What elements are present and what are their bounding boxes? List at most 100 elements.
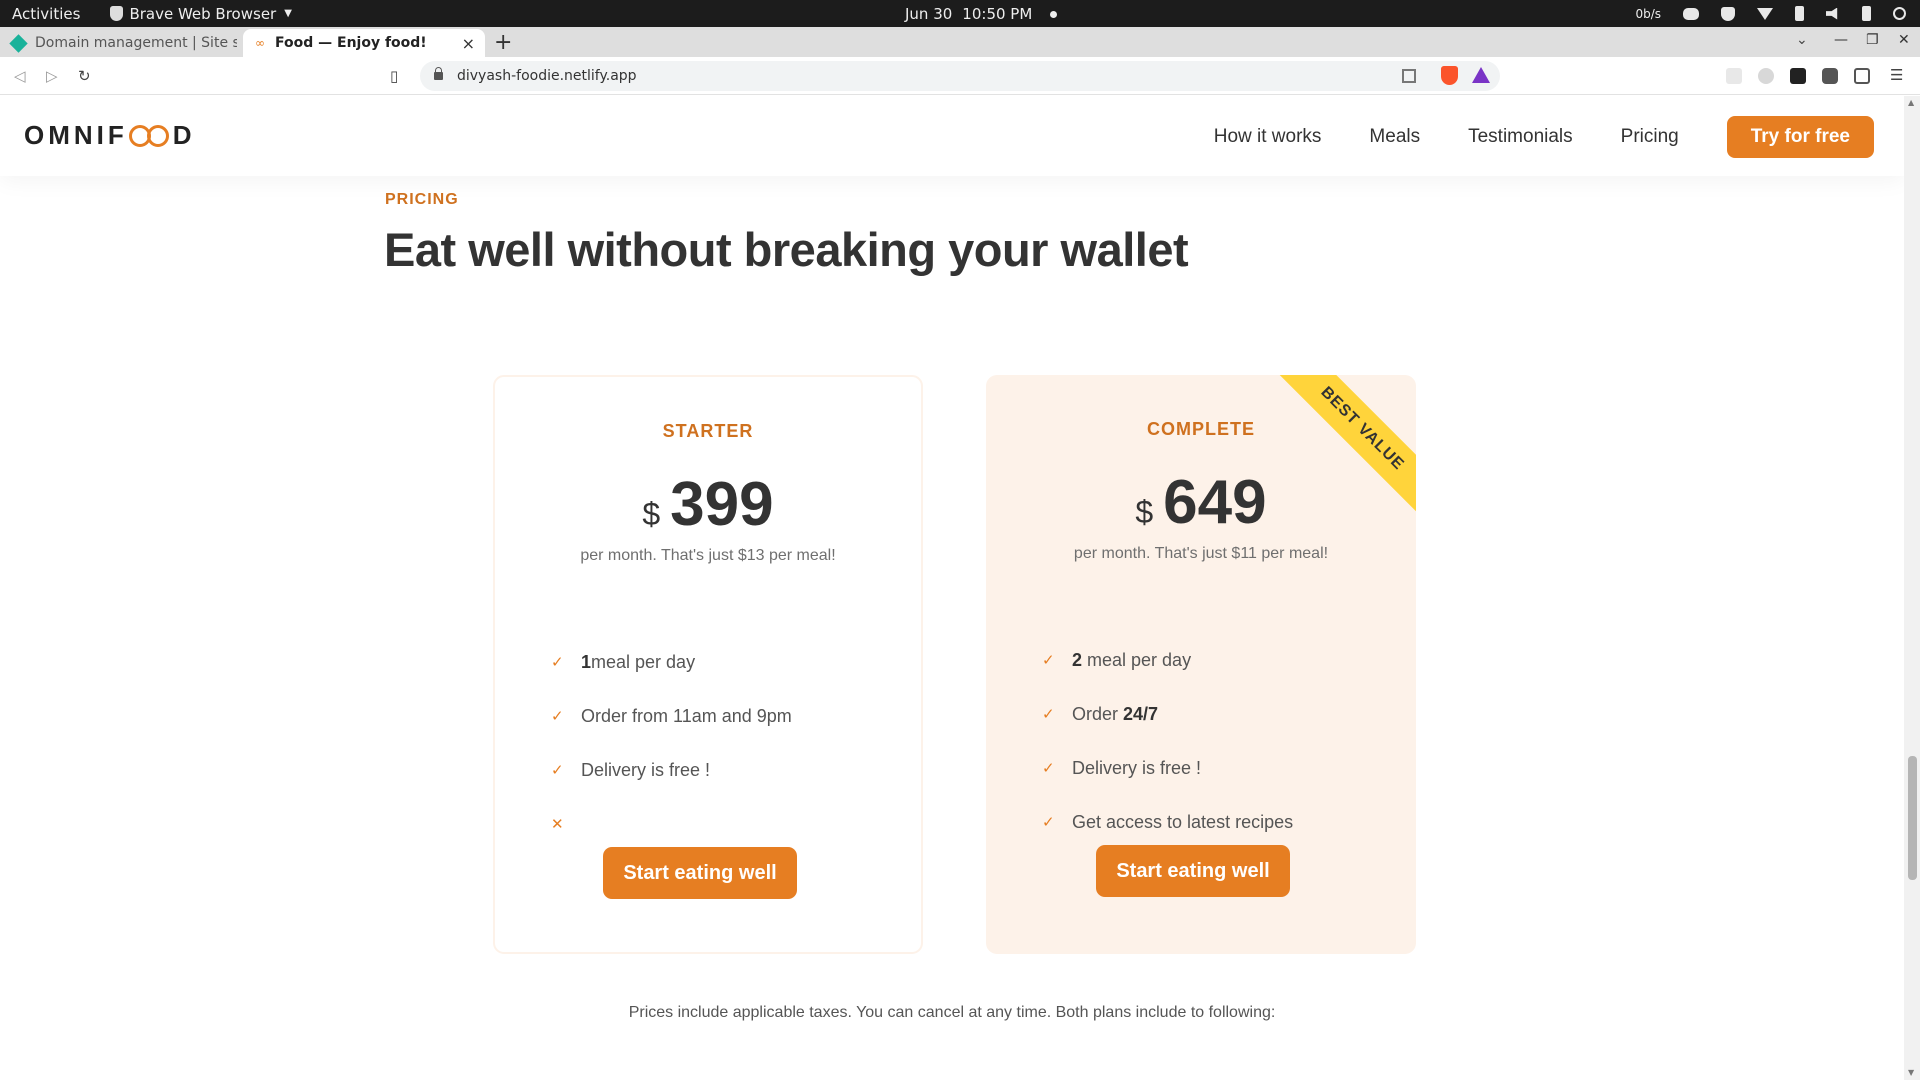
plan-price: $649 bbox=[986, 467, 1416, 538]
site-header: OMNIF D How it works Meals Testimonials … bbox=[0, 96, 1904, 176]
os-top-bar: Activities Brave Web Browser ▼ Jun 30 10… bbox=[0, 0, 1920, 27]
brave-rewards-icon[interactable] bbox=[1472, 67, 1490, 83]
currency-symbol: $ bbox=[642, 496, 661, 532]
wallet-icon[interactable] bbox=[1854, 68, 1870, 84]
price-amount: 649 bbox=[1163, 468, 1267, 537]
start-eating-well-button[interactable]: Start eating well bbox=[1096, 845, 1290, 897]
power-icon[interactable] bbox=[1893, 7, 1906, 20]
clock-date: Jun 30 bbox=[905, 5, 953, 23]
extension-2-icon[interactable] bbox=[1758, 68, 1774, 84]
back-icon[interactable]: ◁ bbox=[14, 67, 26, 85]
discord-icon[interactable] bbox=[1683, 7, 1699, 20]
pricing-footnote: Prices include applicable taxes. You can… bbox=[628, 1004, 1276, 1021]
extensions-puzzle-icon[interactable] bbox=[1822, 68, 1838, 84]
brave-app-icon bbox=[110, 6, 124, 21]
new-tab-icon[interactable]: + bbox=[494, 30, 512, 55]
lock-icon bbox=[434, 67, 443, 80]
window-close-icon[interactable]: ✕ bbox=[1898, 32, 1910, 48]
clock-time: 10:50 PM bbox=[962, 5, 1033, 23]
start-eating-well-button[interactable]: Start eating well bbox=[603, 847, 797, 899]
feature-text: meal per day bbox=[1082, 649, 1192, 670]
feature-text: Order bbox=[1072, 703, 1124, 724]
nav-meals[interactable]: Meals bbox=[1369, 126, 1420, 148]
price-amount: 399 bbox=[670, 470, 774, 539]
address-bar[interactable]: divyash-foodie.netlify.app bbox=[420, 61, 1500, 91]
plan-name: COMPLETE bbox=[1146, 419, 1255, 439]
logo-rings-icon bbox=[128, 124, 169, 147]
scroll-down-icon[interactable]: ▼ bbox=[1908, 1068, 1914, 1077]
nav-testimonials[interactable]: Testimonials bbox=[1468, 126, 1573, 148]
brave-shields-icon[interactable] bbox=[1441, 66, 1458, 85]
nav-pricing[interactable]: Pricing bbox=[1621, 126, 1679, 148]
reload-icon[interactable]: ↻ bbox=[78, 67, 91, 85]
volume-icon[interactable] bbox=[1826, 7, 1838, 20]
tab-title: Domain management | Site se bbox=[35, 35, 237, 51]
activities-button[interactable]: Activities bbox=[12, 5, 80, 23]
tab-food-active[interactable]: ∞ Food — Enjoy food! × bbox=[243, 29, 485, 57]
page-scrollbar[interactable]: ▲ ▼ bbox=[1904, 96, 1920, 1080]
pricing-plan-complete: BEST VALUE COMPLETE $649 per month. That… bbox=[986, 375, 1416, 954]
wifi-icon[interactable] bbox=[1757, 7, 1773, 20]
clock[interactable]: Jun 30 10:50 PM bbox=[905, 5, 1058, 23]
close-tab-icon[interactable]: × bbox=[462, 34, 475, 53]
feature-text: Get access to latest recipes bbox=[1072, 811, 1294, 832]
app-menu[interactable]: Brave Web Browser ▼ bbox=[110, 4, 292, 23]
feature-item: ✓ 1 meal per day bbox=[551, 635, 792, 689]
pricing-heading: Eat well without breaking your wallet bbox=[384, 223, 1189, 276]
feature-bold: 2 bbox=[1072, 649, 1083, 670]
tab-search-chevron-icon[interactable]: ⌄ bbox=[1796, 32, 1808, 48]
omnifood-favicon-icon: ∞ bbox=[255, 36, 265, 50]
web-page: OMNIF D How it works Meals Testimonials … bbox=[0, 96, 1904, 1080]
check-icon: ✓ bbox=[1042, 814, 1055, 831]
caret-down-icon: ▼ bbox=[284, 8, 292, 19]
feature-bold: 1 bbox=[581, 651, 592, 672]
extension-3-icon[interactable] bbox=[1790, 68, 1806, 84]
check-icon: ✓ bbox=[1042, 706, 1055, 723]
tab-strip: Domain management | Site se ∞ Food — Enj… bbox=[0, 27, 1920, 57]
netlify-favicon-icon bbox=[9, 33, 28, 53]
forward-icon[interactable]: ▷ bbox=[46, 67, 58, 85]
scrollbar-thumb[interactable] bbox=[1908, 756, 1917, 880]
battery-icon[interactable] bbox=[1862, 6, 1871, 21]
try-for-free-button[interactable]: Try for free bbox=[1726, 116, 1874, 158]
url-text: divyash-foodie.netlify.app bbox=[457, 68, 637, 84]
feature-list: ✓ 2 meal per day ✓ Order 24/7 ✓ Delivery… bbox=[1042, 633, 1293, 849]
feature-text: Order from 11am and 9pm bbox=[581, 705, 792, 726]
minimize-icon[interactable]: — bbox=[1834, 32, 1848, 48]
feature-text: meal per day bbox=[591, 651, 696, 672]
notification-dot-icon bbox=[1050, 10, 1058, 18]
qr-code-icon[interactable] bbox=[1402, 69, 1416, 83]
pricing-subheading: PRICING bbox=[385, 191, 459, 208]
plan-price: $399 bbox=[495, 469, 921, 540]
feature-text: Delivery is free ! bbox=[581, 759, 711, 780]
check-icon: ✓ bbox=[551, 762, 564, 779]
omnifood-logo[interactable]: OMNIF D bbox=[24, 120, 196, 151]
restore-icon[interactable]: ❐ bbox=[1866, 32, 1879, 48]
feature-item: ✓ Delivery is free ! bbox=[1042, 741, 1293, 795]
security-shield-icon[interactable] bbox=[1721, 6, 1735, 21]
tab-domain-management[interactable]: Domain management | Site se bbox=[0, 29, 243, 57]
check-icon: ✓ bbox=[551, 708, 564, 725]
feature-item: ✓ Order 24/7 bbox=[1042, 687, 1293, 741]
close-icon: ✕ bbox=[551, 816, 564, 833]
menu-icon[interactable]: ☰ bbox=[1890, 66, 1903, 84]
feature-item: ✓ Get access to latest recipes bbox=[1042, 795, 1293, 849]
app-menu-label: Brave Web Browser bbox=[129, 4, 277, 23]
feature-item: ✓ 2 meal per day bbox=[1042, 633, 1293, 687]
nav-how-it-works[interactable]: How it works bbox=[1214, 126, 1322, 148]
browser-toolbar: ◁ ▷ ↻ ▯ divyash-foodie.netlify.app ☰ bbox=[0, 57, 1920, 95]
bookmark-icon[interactable]: ▯ bbox=[390, 67, 398, 85]
system-tray[interactable]: 0b/s bbox=[1635, 0, 1906, 27]
extension-1-icon[interactable] bbox=[1726, 68, 1742, 84]
tab-title: Food — Enjoy food! bbox=[275, 35, 427, 51]
bluetooth-icon[interactable] bbox=[1795, 6, 1804, 21]
main-nav: How it works Meals Testimonials Pricing … bbox=[1166, 116, 1874, 158]
price-note: per month. That's just $11 per meal! bbox=[1073, 545, 1329, 562]
net-speed: 0b/s bbox=[1635, 6, 1661, 21]
feature-item: ✓ Order from 11am and 9pm bbox=[551, 689, 792, 743]
feature-item: ✕ bbox=[551, 797, 792, 851]
scroll-up-icon[interactable]: ▲ bbox=[1908, 98, 1914, 107]
check-icon: ✓ bbox=[551, 654, 564, 671]
feature-text: Delivery is free ! bbox=[1072, 757, 1202, 778]
price-note: per month. That's just $13 per meal! bbox=[580, 547, 836, 564]
